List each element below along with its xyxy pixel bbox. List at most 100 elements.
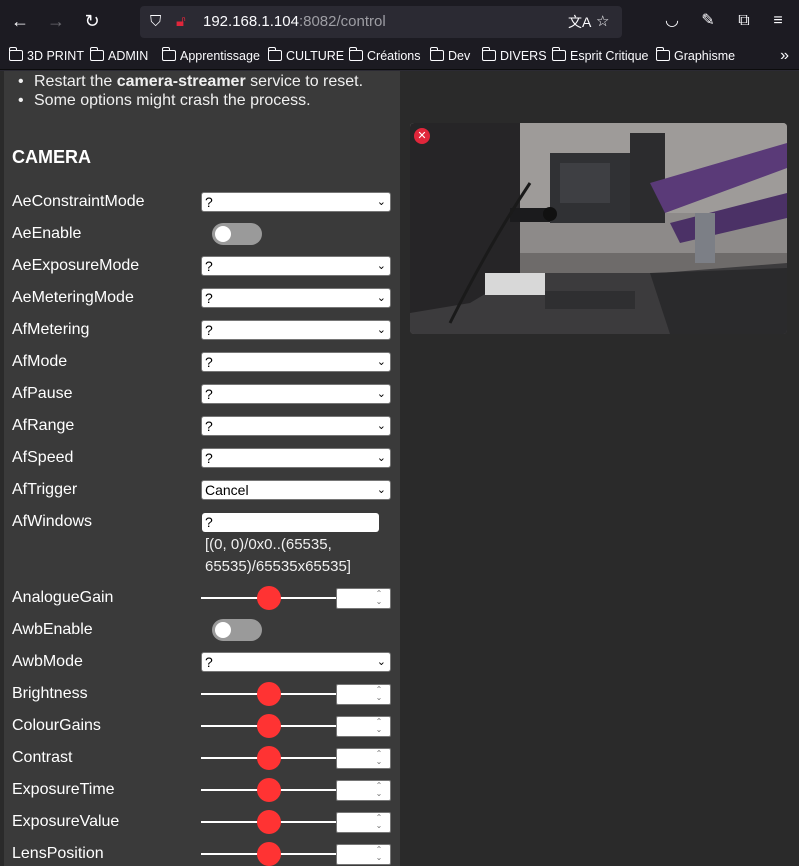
slider-thumb[interactable] <box>257 778 281 802</box>
slider-thumb[interactable] <box>257 842 281 866</box>
bookmarks-bar: 3D PRINT ADMIN Apprentissage CULTURE Cré… <box>0 42 799 70</box>
select-af-metering[interactable]: ? ⌄ <box>201 320 391 340</box>
chevron-down-icon: ⌄ <box>376 356 386 368</box>
select-value: ? <box>205 386 213 402</box>
slider-analogue-gain[interactable] <box>201 586 337 610</box>
spinner-icon[interactable]: ⌃ ⌄ <box>374 750 384 766</box>
select-af-speed[interactable]: ? ⌄ <box>201 448 391 468</box>
spinner-icon[interactable]: ⌃ ⌄ <box>374 782 384 798</box>
forward-arrow-icon[interactable]: → <box>44 9 68 33</box>
folder-icon <box>267 47 282 61</box>
label-af-range: AfRange <box>12 417 75 434</box>
select-af-pause[interactable]: ? ⌄ <box>201 384 391 404</box>
bookmark-folder[interactable]: Dev <box>429 42 470 70</box>
select-af-trigger[interactable]: Cancel ⌄ <box>201 480 391 500</box>
slider-thumb[interactable] <box>257 714 281 738</box>
bookmark-folder[interactable]: Esprit Critique <box>551 42 649 70</box>
bookmark-folder[interactable]: 3D PRINT <box>8 42 84 70</box>
bookmark-label: Esprit Critique <box>570 49 649 63</box>
translate-icon[interactable]: 文A <box>568 6 591 38</box>
bookmark-folder[interactable]: CULTURE <box>267 42 345 70</box>
label-contrast: Contrast <box>12 749 73 766</box>
label-exposure-time: ExposureTime <box>12 781 115 798</box>
bookmark-folder[interactable]: Apprentissage <box>161 42 260 70</box>
slider-thumb[interactable] <box>257 682 281 706</box>
page-content: Restart the camera-streamer service to r… <box>0 71 799 866</box>
menu-hamburger-icon[interactable]: ≡ <box>766 9 790 33</box>
slider-brightness[interactable] <box>201 682 337 706</box>
reload-icon[interactable]: ↻ <box>80 9 104 33</box>
bookmark-label: Apprentissage <box>180 49 260 63</box>
label-ae-enable: AeEnable <box>12 225 82 242</box>
slider-thumb[interactable] <box>257 810 281 834</box>
bookmark-folder[interactable]: Graphisme <box>655 42 735 70</box>
input-af-windows[interactable]: ? <box>202 513 379 532</box>
chevron-down-icon: ⌄ <box>376 484 386 496</box>
bookmark-label: Créations <box>367 49 421 63</box>
bookmark-folder[interactable]: Créations <box>348 42 421 70</box>
select-ae-constraint-mode[interactable]: ? ⌄ <box>201 192 391 212</box>
number-input-lens-position[interactable]: ⌃ ⌄ <box>336 844 391 865</box>
select-ae-metering-mode[interactable]: ? ⌄ <box>201 288 391 308</box>
bookmark-label: 3D PRINT <box>27 49 84 63</box>
slider-exposure-value[interactable] <box>201 810 337 834</box>
pocket-icon[interactable]: ◡ <box>660 9 684 33</box>
bookmark-label: DIVERS <box>500 49 547 63</box>
number-input-colour-gains[interactable]: ⌃ ⌄ <box>336 716 391 737</box>
folder-icon <box>481 47 496 61</box>
select-value: ? <box>205 418 213 434</box>
spinner-icon[interactable]: ⌃ ⌄ <box>374 846 384 862</box>
camera-preview-svg <box>410 123 787 334</box>
select-af-mode[interactable]: ? ⌄ <box>201 352 391 372</box>
back-arrow-icon[interactable]: ← <box>8 9 32 33</box>
number-input-exposure-value[interactable]: ⌃ ⌄ <box>336 812 391 833</box>
toggle-ae-enable[interactable] <box>212 223 262 245</box>
slider-exposure-time[interactable] <box>201 778 337 802</box>
spinner-icon[interactable]: ⌃ ⌄ <box>374 590 384 606</box>
insecure-lock-icon[interactable]: 🔓︎ <box>176 6 186 38</box>
label-af-mode: AfMode <box>12 353 68 370</box>
label-analogue-gain: AnalogueGain <box>12 589 114 606</box>
label-af-speed: AfSpeed <box>12 449 74 466</box>
extensions-puzzle-icon[interactable]: ⧉ <box>732 9 756 33</box>
slider-thumb[interactable] <box>257 586 281 610</box>
select-ae-exposure-mode[interactable]: ? ⌄ <box>201 256 391 276</box>
folder-icon <box>89 47 104 61</box>
number-input-exposure-time[interactable]: ⌃ ⌄ <box>336 780 391 801</box>
number-input-contrast[interactable]: ⌃ ⌄ <box>336 748 391 769</box>
select-value: Cancel <box>205 482 249 498</box>
slider-lens-position[interactable] <box>201 842 337 866</box>
bookmark-label: ADMIN <box>108 49 149 63</box>
hint-af-windows: [(0, 0)/0x0..(65535, 65535)/65535x65535] <box>205 536 351 575</box>
number-input-brightness[interactable]: ⌃ ⌄ <box>336 684 391 705</box>
select-awb-mode[interactable]: ? ⌄ <box>201 652 391 672</box>
control-panel: Restart the camera-streamer service to r… <box>4 71 400 866</box>
bookmark-label: CULTURE <box>286 49 345 63</box>
spinner-icon[interactable]: ⌃ ⌄ <box>374 718 384 734</box>
slider-thumb[interactable] <box>257 746 281 770</box>
extension-pen-icon[interactable]: ✎ <box>696 9 720 33</box>
camera-preview-image <box>410 123 787 334</box>
bookmark-folder[interactable]: ADMIN <box>89 42 149 70</box>
label-af-metering: AfMetering <box>12 321 90 338</box>
note-restart: Restart the camera-streamer service to r… <box>18 73 363 91</box>
address-bar[interactable]: ⛉ 🔓︎ 192.168.1.104:8082/control 文A ☆ <box>140 6 622 38</box>
shield-icon[interactable]: ⛉ <box>150 6 161 38</box>
toggle-knob <box>215 226 231 242</box>
bookmark-star-icon[interactable]: ☆ <box>596 6 609 38</box>
select-value: ? <box>205 290 213 306</box>
bookmarks-overflow-icon[interactable]: » <box>780 42 789 70</box>
toggle-knob <box>215 622 231 638</box>
select-value: ? <box>205 258 213 274</box>
spinner-icon[interactable]: ⌃ ⌄ <box>374 814 384 830</box>
folder-icon <box>429 47 444 61</box>
bookmark-folder[interactable]: DIVERS <box>481 42 547 70</box>
folder-icon <box>655 47 670 61</box>
close-icon[interactable]: ✕ <box>414 128 430 144</box>
slider-contrast[interactable] <box>201 746 337 770</box>
toggle-awb-enable[interactable] <box>212 619 262 641</box>
slider-colour-gains[interactable] <box>201 714 337 738</box>
select-af-range[interactable]: ? ⌄ <box>201 416 391 436</box>
spinner-icon[interactable]: ⌃ ⌄ <box>374 686 384 702</box>
number-input-analogue-gain[interactable]: ⌃ ⌄ <box>336 588 391 609</box>
